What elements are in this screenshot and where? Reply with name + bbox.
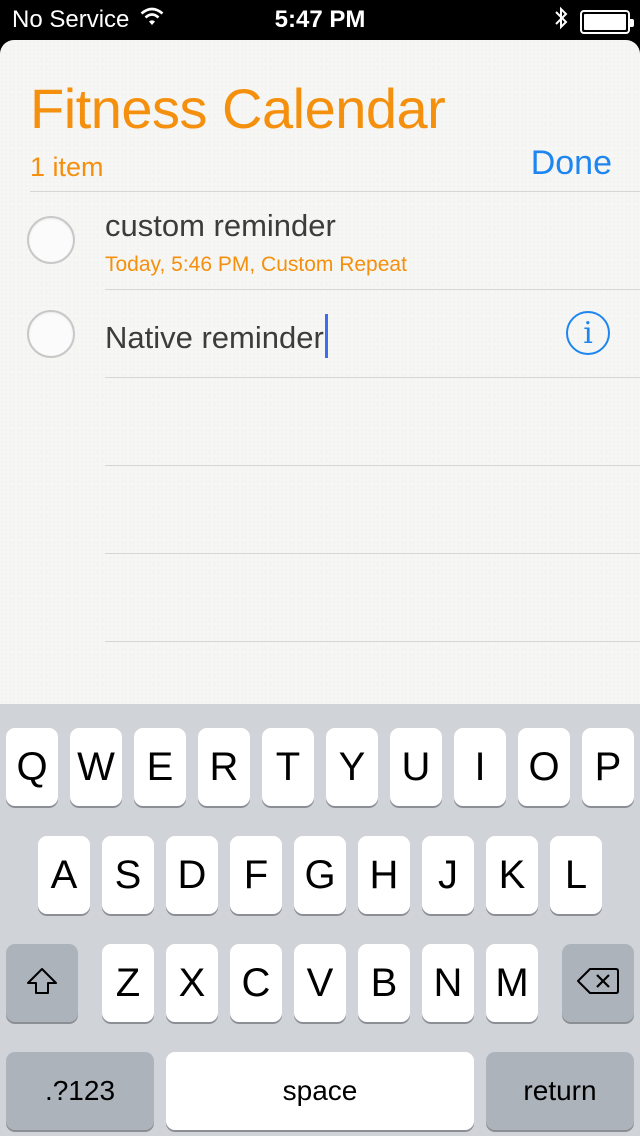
key-h[interactable]: H (358, 836, 410, 914)
reminder-row[interactable]: custom reminder Today, 5:46 PM, Custom R… (0, 192, 640, 290)
row-divider (105, 553, 640, 554)
shift-key[interactable] (6, 944, 78, 1022)
complete-checkbox[interactable] (27, 310, 75, 358)
key-g[interactable]: G (294, 836, 346, 914)
row-divider (105, 465, 640, 466)
reminder-title-text: Native reminder (105, 320, 324, 355)
item-count: 1 item (30, 152, 104, 182)
key-n[interactable]: N (422, 944, 474, 1022)
backspace-icon (576, 961, 620, 1006)
battery-icon (580, 9, 634, 34)
key-i[interactable]: I (454, 728, 506, 806)
reminder-title-input[interactable]: Native reminder (105, 314, 328, 358)
key-k[interactable]: K (486, 836, 538, 914)
reminder-row-editing[interactable]: Native reminder i (0, 290, 640, 377)
complete-checkbox[interactable] (27, 216, 75, 264)
key-x[interactable]: X (166, 944, 218, 1022)
key-w[interactable]: W (70, 728, 122, 806)
status-bar: No Service 5:47 PM (0, 0, 640, 40)
reminders-list-panel: Fitness Calendar 1 item Done custom remi… (0, 40, 640, 704)
row-divider (105, 641, 640, 642)
reminder-title[interactable]: custom reminder (105, 208, 336, 244)
text-caret (324, 314, 328, 358)
delete-key[interactable] (562, 944, 634, 1022)
key-b[interactable]: B (358, 944, 410, 1022)
bluetooth-icon (554, 6, 568, 37)
key-v[interactable]: V (294, 944, 346, 1022)
key-z[interactable]: Z (102, 944, 154, 1022)
key-m[interactable]: M (486, 944, 538, 1022)
screen: No Service 5:47 PM Fitness Calendar 1 it… (0, 0, 640, 1136)
info-icon[interactable]: i (566, 311, 610, 355)
key-d[interactable]: D (166, 836, 218, 914)
key-t[interactable]: T (262, 728, 314, 806)
done-button[interactable]: Done (531, 144, 612, 183)
status-right (554, 6, 634, 37)
key-l[interactable]: L (550, 836, 602, 914)
key-q[interactable]: Q (6, 728, 58, 806)
status-time: 5:47 PM (274, 6, 366, 33)
key-e[interactable]: E (134, 728, 186, 806)
reminder-due-date: Today, 5:46 PM, Custom Repeat (105, 253, 407, 276)
shift-icon (25, 961, 59, 1006)
key-f[interactable]: F (230, 836, 282, 914)
list-title: Fitness Calendar (30, 77, 446, 140)
key-p[interactable]: P (582, 728, 634, 806)
space-key[interactable]: space (166, 1052, 474, 1130)
key-u[interactable]: U (390, 728, 442, 806)
key-a[interactable]: A (38, 836, 90, 914)
key-c[interactable]: C (230, 944, 282, 1022)
key-j[interactable]: J (422, 836, 474, 914)
key-s[interactable]: S (102, 836, 154, 914)
row-divider (105, 377, 640, 378)
numbers-key[interactable]: .?123 (6, 1052, 154, 1130)
return-key[interactable]: return (486, 1052, 634, 1130)
key-r[interactable]: R (198, 728, 250, 806)
keyboard: Q W E R T Y U I O P A S D F G H J K L Z … (0, 704, 640, 1136)
key-o[interactable]: O (518, 728, 570, 806)
key-y[interactable]: Y (326, 728, 378, 806)
